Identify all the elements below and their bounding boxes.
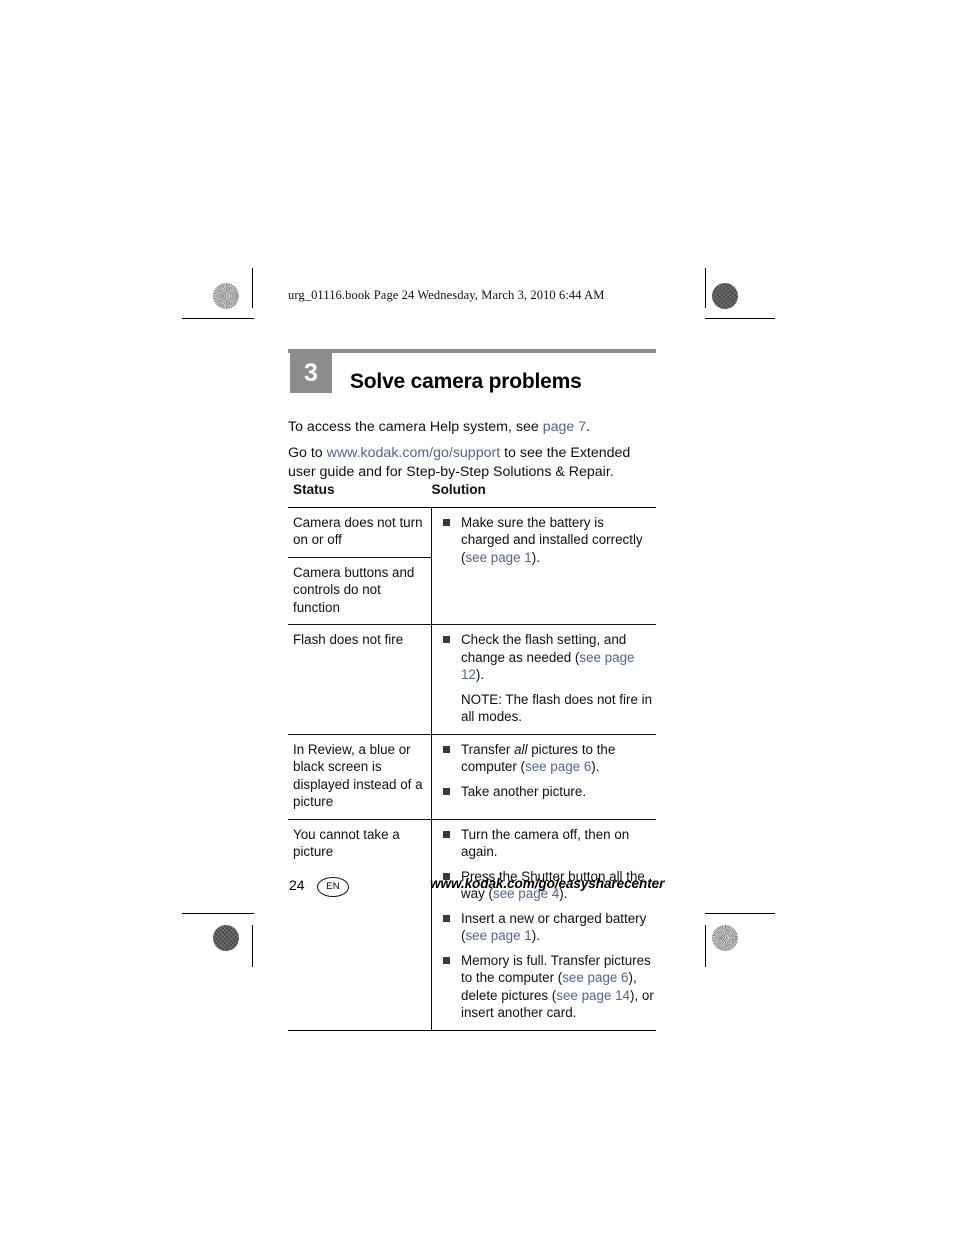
- table-header-row: Status Solution: [288, 475, 656, 507]
- bullet-item: Insert a new or charged battery (see pag…: [432, 910, 654, 945]
- bullet-item: Turn the camera off, then on again.: [432, 826, 654, 861]
- intro-help-text-before: To access the camera Help system, see: [288, 419, 543, 436]
- column-header-solution: Solution: [431, 482, 486, 497]
- table-body: Camera does not turn on or off Make sure…: [288, 507, 656, 1031]
- solution-cell: Check the flash setting, and change as n…: [431, 624, 656, 734]
- density-mark-bottom-left: [213, 925, 239, 951]
- link-see-page[interactable]: see page 1: [465, 928, 531, 943]
- square-bullet-icon: [443, 518, 450, 526]
- intro-help-text-after: .: [586, 419, 591, 436]
- intro-paragraph-help: To access the camera Help system, see pa…: [288, 418, 660, 437]
- bullet-text: Insert a new or charged battery (see pag…: [461, 910, 654, 945]
- note-text: NOTE: The flash does not fire in all mod…: [461, 691, 653, 725]
- link-see-page[interactable]: see page 6: [525, 759, 591, 774]
- bullet-text-post: ).: [591, 759, 600, 774]
- bullet-item: Transfer all pictures to the computer (s…: [432, 741, 654, 776]
- solution-cell: Turn the camera off, then on again. Pres…: [431, 818, 656, 1031]
- square-bullet-icon: [443, 830, 450, 838]
- registration-mark-upper-right: [705, 315, 751, 361]
- bullet-text-emphasis: all: [514, 741, 528, 757]
- page-number: 24: [289, 877, 305, 893]
- table-head: Status Solution: [288, 475, 656, 507]
- square-bullet-icon: [443, 787, 450, 795]
- status-cell: In Review, a blue or black screen is dis…: [288, 733, 432, 819]
- bullet-text-post: ).: [475, 667, 485, 682]
- bullet-text: Memory is full. Transfer pictures to the…: [461, 952, 654, 1022]
- density-mark-top-left: [213, 283, 239, 309]
- square-bullet-icon: [443, 914, 450, 922]
- registration-mark-middle-right: [705, 594, 751, 640]
- link-page-7[interactable]: page 7: [543, 419, 586, 435]
- density-mark-bottom-right: [712, 925, 738, 951]
- chapter-heading-rule: [288, 349, 656, 353]
- status-cell: You cannot take a picture: [288, 818, 432, 1031]
- bullet-text-post: ).: [531, 549, 540, 565]
- crop-rule-top-right-vertical: [705, 268, 707, 308]
- table-row: In Review, a blue or black screen is dis…: [288, 733, 656, 819]
- bullet-text: Take another picture.: [461, 783, 587, 799]
- bullet-item: Make sure the battery is charged and ins…: [432, 514, 654, 567]
- link-kodak-support[interactable]: www.kodak.com/go/support: [327, 445, 501, 461]
- crop-rule-bottom-left-vertical: [252, 925, 254, 967]
- crop-rule-bottom-right-vertical: [705, 925, 707, 967]
- registration-mark-bottom-right: [657, 915, 703, 961]
- bullet-item: Memory is full. Transfer pictures to the…: [432, 952, 654, 1022]
- density-mark-top-right: [712, 283, 738, 309]
- solution-cell: Make sure the battery is charged and ins…: [432, 507, 657, 625]
- link-see-page-secondary[interactable]: see page 14: [556, 988, 630, 1003]
- bullet-text: Check the flash setting, and change as n…: [461, 631, 654, 684]
- registration-mark-top-right: [657, 274, 703, 320]
- table-row: Flash does not fire Check the flash sett…: [288, 624, 656, 734]
- link-see-page[interactable]: see page 6: [562, 970, 628, 985]
- page-title: Solve camera problems: [350, 370, 582, 394]
- bullet-item: Check the flash setting, and change as n…: [432, 631, 654, 684]
- table-row: Camera does not turn on or off Make sure…: [288, 507, 656, 565]
- square-bullet-icon: [443, 745, 450, 753]
- status-cell: Flash does not fire: [288, 624, 432, 734]
- registration-mark-middle-left: [196, 594, 242, 640]
- status-cell: Camera buttons and controls do not funct…: [288, 556, 432, 625]
- bullet-text-post: ).: [531, 928, 540, 943]
- link-see-page[interactable]: see page 1: [465, 550, 531, 565]
- square-bullet-icon: [443, 956, 450, 964]
- table-row: You cannot take a picture Turn the camer…: [288, 818, 656, 1031]
- crop-rule-top-left-vertical: [252, 268, 254, 308]
- square-bullet-icon: [443, 636, 450, 643]
- intro-support-text-before: Go to: [288, 445, 327, 462]
- language-badge: EN: [317, 877, 349, 897]
- footer-url: www.kodak.com/go/easysharecenter: [430, 876, 665, 891]
- file-info-header: urg_01116.book Page 24 Wednesday, March …: [288, 288, 605, 302]
- troubleshooting-table: Status Solution Camera does not turn on …: [288, 475, 656, 1031]
- bullet-item: Take another picture.: [432, 783, 654, 801]
- bullet-text-pre: Transfer: [461, 741, 515, 757]
- solution-cell: Transfer all pictures to the computer (s…: [431, 733, 656, 819]
- bullet-text: Transfer all pictures to the computer (s…: [461, 741, 654, 776]
- chapter-number-badge: 3: [290, 353, 332, 393]
- column-header-status: Status: [293, 482, 335, 497]
- bullet-text: Make sure the battery is charged and ins…: [461, 514, 654, 567]
- bullet-text: Turn the camera off, then on again.: [461, 826, 630, 860]
- status-cell: Camera does not turn on or off: [288, 507, 432, 557]
- registration-mark-upper-left: [196, 315, 242, 361]
